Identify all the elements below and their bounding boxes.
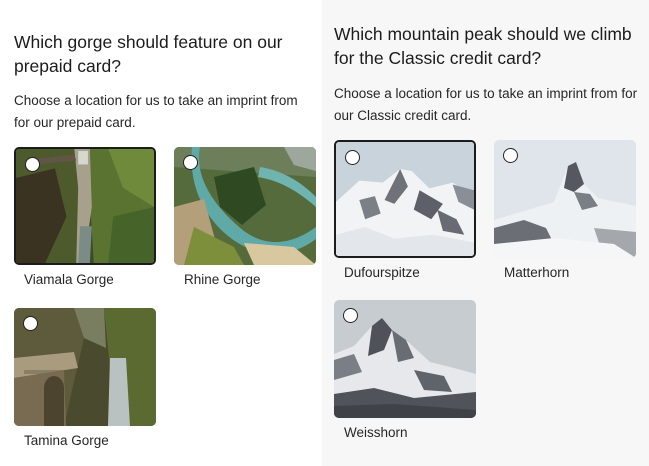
prepaid-question: Which gorge should feature on our prepai… xyxy=(14,32,283,76)
tamina-gorge-label: Tamina Gorge xyxy=(24,433,109,448)
classic-card-panel: Which mountain peak should we climb for … xyxy=(322,0,649,466)
option-dufourspitze[interactable]: Dufourspitze xyxy=(334,140,476,280)
viamala-gorge-radio[interactable] xyxy=(25,157,40,172)
weisshorn-label: Weisshorn xyxy=(344,425,408,440)
option-viamala-gorge[interactable]: Viamala Gorge xyxy=(14,147,156,287)
matterhorn-label: Matterhorn xyxy=(504,265,570,280)
tamina-gorge-radio[interactable] xyxy=(23,316,38,331)
dufourspitze-radio[interactable] xyxy=(345,150,360,165)
matterhorn-image xyxy=(494,140,636,258)
prepaid-description: Choose a location for us to take an impr… xyxy=(14,93,298,130)
prepaid-card-panel: Which gorge should feature on our prepai… xyxy=(0,0,322,466)
dufourspitze-label: Dufourspitze xyxy=(344,265,420,280)
tamina-gorge-image xyxy=(14,308,156,426)
option-matterhorn[interactable]: Matterhorn xyxy=(494,140,636,280)
rhine-gorge-label: Rhine Gorge xyxy=(184,272,261,287)
matterhorn-radio[interactable] xyxy=(503,148,518,163)
viamala-gorge-label: Viamala Gorge xyxy=(24,272,114,287)
option-weisshorn[interactable]: Weisshorn xyxy=(334,300,476,440)
rhine-gorge-image xyxy=(174,147,316,265)
classic-description: Choose a location for us to take an impr… xyxy=(334,86,638,123)
classic-question: Which mountain peak should we climb for … xyxy=(334,24,632,68)
weisshorn-image xyxy=(334,300,476,418)
dufourspitze-image xyxy=(334,140,476,258)
option-rhine-gorge[interactable]: Rhine Gorge xyxy=(174,147,316,287)
viamala-gorge-image xyxy=(14,147,156,265)
rhine-gorge-radio[interactable] xyxy=(183,155,198,170)
option-tamina-gorge[interactable]: Tamina Gorge xyxy=(14,308,156,448)
weisshorn-radio[interactable] xyxy=(343,308,358,323)
